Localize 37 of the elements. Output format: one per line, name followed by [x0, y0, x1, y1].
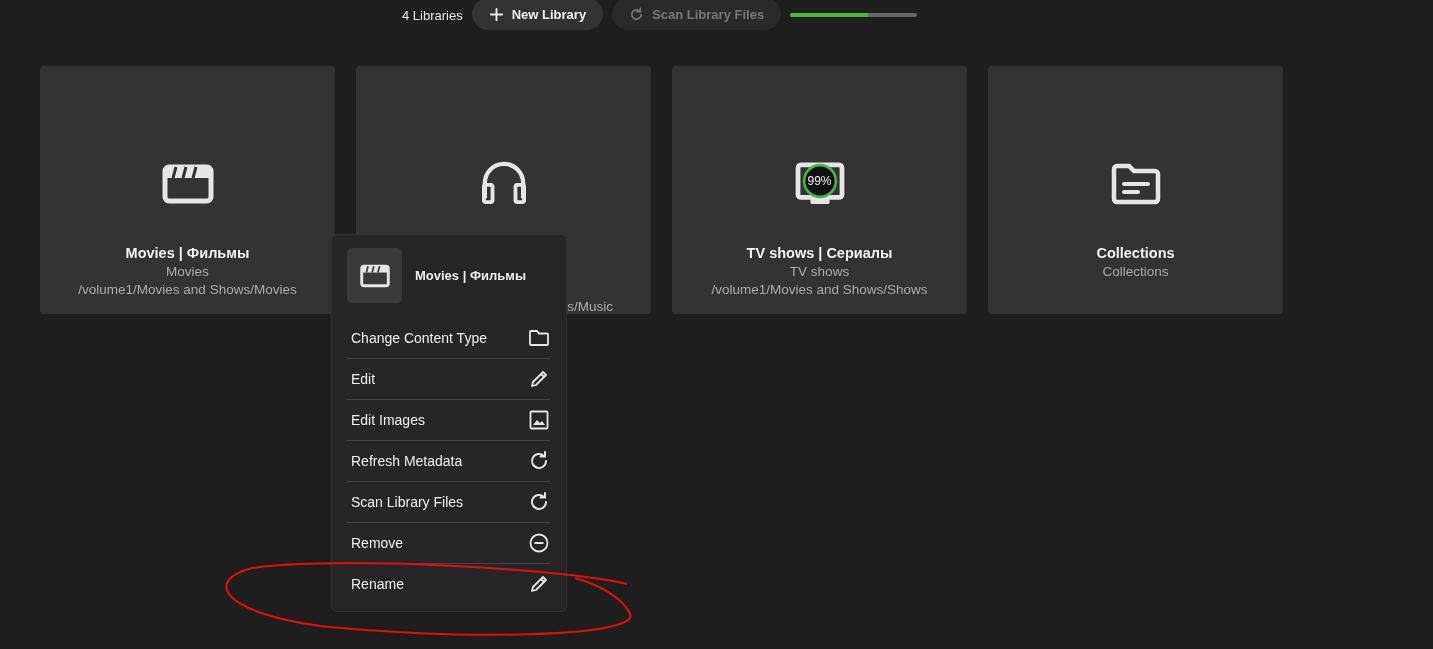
- library-type: Movies: [166, 264, 209, 279]
- library-card[interactable]: 99% TV shows | Сериалы TV shows /volume1/Movies and Shows/Shows: [672, 66, 967, 314]
- progress-percent: 99%: [807, 174, 832, 188]
- menu-item[interactable]: Edit: [347, 358, 550, 399]
- folder-icon: [1109, 162, 1162, 206]
- library-card[interactable]: Collections Collections: [988, 66, 1283, 314]
- image-icon: [528, 409, 550, 431]
- library-card[interactable]: Movies | Фильмы Movies /volume1/Movies and Shows/Movies: [40, 66, 335, 314]
- menu-item[interactable]: Scan Library Files: [347, 481, 550, 522]
- library-title: TV shows | Сериалы: [746, 245, 893, 261]
- pencil-icon: [528, 573, 550, 595]
- plus-icon: [488, 6, 504, 22]
- library-path: s/Music: [567, 299, 613, 314]
- library-count: 4 Libraries: [402, 7, 463, 23]
- pencil-icon: [528, 368, 550, 390]
- clapperboard-icon: [161, 162, 214, 206]
- menu-item[interactable]: Edit Images: [347, 399, 550, 440]
- clapperboard-icon: [359, 263, 390, 288]
- library-type: TV shows: [789, 264, 850, 279]
- progress-ring: [801, 163, 838, 199]
- menu-item[interactable]: Rename: [347, 563, 550, 604]
- menu-item[interactable]: Change Content Type: [347, 318, 550, 358]
- library-title: Movies | Фильмы: [125, 245, 250, 261]
- folder-icon: [528, 327, 550, 349]
- refresh-icon: [528, 450, 550, 472]
- menu-title: Movies | Фильмы: [415, 268, 526, 283]
- minus-circle-icon: [528, 532, 550, 554]
- new-library-button[interactable]: New Library: [471, 0, 604, 30]
- library-title: Collections: [1096, 245, 1175, 261]
- tv-icon: [793, 162, 846, 206]
- library-path: /volume1/Movies and Shows/Shows: [711, 282, 928, 297]
- menu-item[interactable]: Remove: [347, 522, 550, 563]
- library-type: Collections: [1102, 264, 1169, 279]
- refresh-icon: [629, 6, 645, 22]
- refresh-icon: [528, 491, 550, 513]
- menu-item[interactable]: Refresh Metadata: [347, 440, 550, 481]
- library-path: /volume1/Movies and Shows/Movies: [78, 282, 297, 297]
